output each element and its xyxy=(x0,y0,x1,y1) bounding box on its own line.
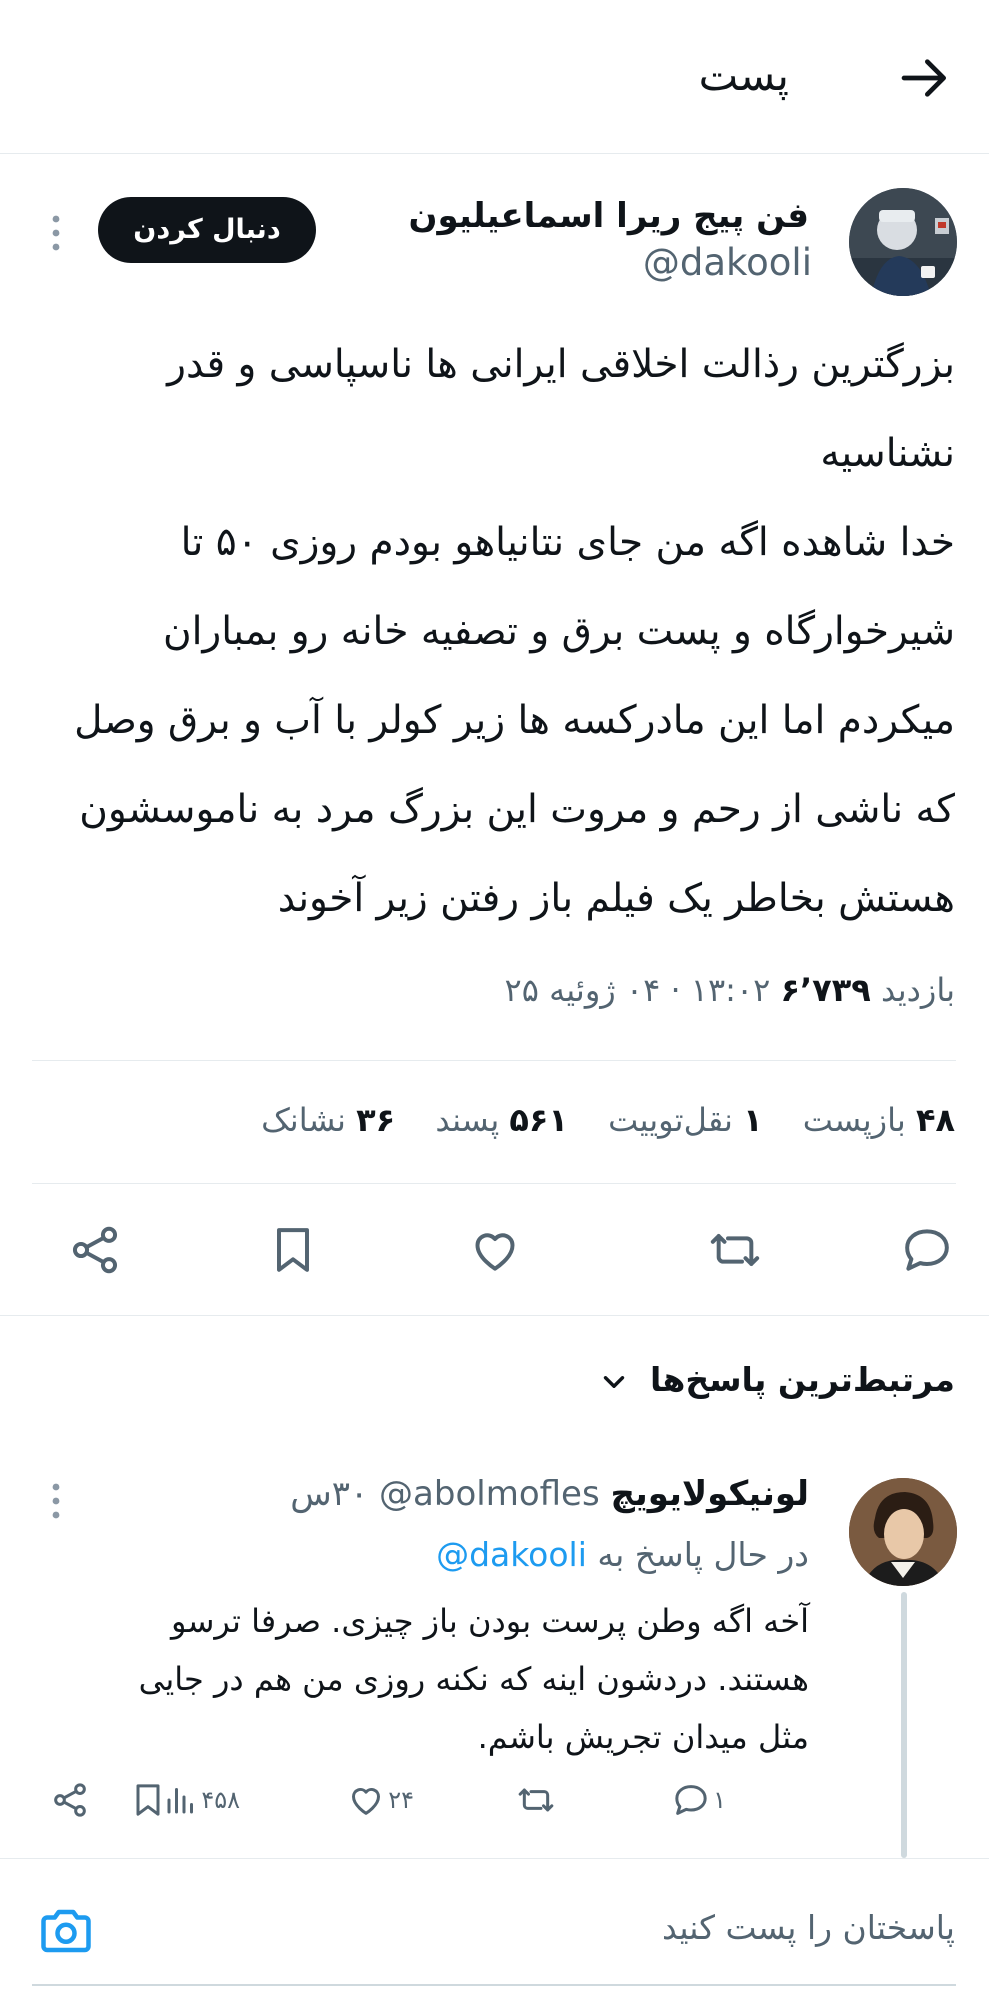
more-options-button[interactable] xyxy=(36,210,76,256)
post-text-line: خدا شاهده اگه من جای نتانیاهو بودم روزی … xyxy=(180,520,955,565)
reply-share-button[interactable] xyxy=(50,1770,90,1830)
reply-author-handle[interactable]: @abolmofles xyxy=(379,1474,600,1514)
repost-button[interactable] xyxy=(707,1222,763,1278)
post-text-line: میکردم اما این مادرکسه ها زیر کولر با آب… xyxy=(74,698,955,743)
share-icon xyxy=(72,1226,118,1274)
quotes-label: نقل‌توییت xyxy=(608,1101,733,1139)
reply-more-options-button[interactable] xyxy=(36,1478,76,1524)
reply-reply-button[interactable]: ۱ xyxy=(671,1770,726,1830)
post-meta: بازدید ۶٬۷۳۹ ۱۳:۰۲ · ۰۴ ژوئیه ۲۵ xyxy=(505,960,955,1020)
follow-button[interactable]: دنبال کردن xyxy=(98,197,316,263)
more-vertical-icon xyxy=(52,215,60,251)
back-button[interactable] xyxy=(897,50,953,106)
compose-underline xyxy=(32,1984,956,1986)
like-icon xyxy=(475,1233,515,1271)
reply-views-button[interactable]: ۴۵۸ xyxy=(163,1770,240,1830)
replying-to: در حال پاسخ به @dakooli xyxy=(436,1530,809,1580)
chevron-down-icon xyxy=(603,1375,624,1388)
repost-icon xyxy=(710,1234,760,1266)
bookmarks-label: نشانک xyxy=(261,1101,346,1139)
divider xyxy=(32,1183,956,1184)
reply-icon xyxy=(905,1229,949,1271)
views-chart-icon xyxy=(167,1788,194,1814)
post-text: بزرگترین رذالت اخلاقی ایرانی ها ناسپاسی … xyxy=(35,320,955,943)
share-button[interactable] xyxy=(67,1222,123,1278)
reply-icon xyxy=(675,1785,707,1815)
reposts-count: ۴۸ xyxy=(915,1101,955,1139)
views-count: ۴۵۸ xyxy=(201,1786,240,1814)
reply-header: لونیکولایویچ @abolmofles ۳۰س xyxy=(290,1470,809,1518)
quotes-stat[interactable]: ۱ نقل‌توییت xyxy=(608,1090,762,1150)
avatar[interactable] xyxy=(849,188,957,296)
views-label: بازدید xyxy=(880,971,955,1009)
reposts-stat[interactable]: ۴۸ بازپست xyxy=(803,1090,955,1150)
reply-time[interactable]: ۳۰س xyxy=(290,1474,368,1514)
bookmark-icon xyxy=(136,1784,160,1816)
avatar-image xyxy=(849,1478,957,1586)
reply-text: آخه اگه وطن پرست بودن باز چیزی. صرفا ترس… xyxy=(138,1602,809,1756)
replies-sort-label: مرتبط‌ترین پاسخ‌ها xyxy=(650,1360,955,1399)
engagement-stats: ۴۸ بازپست ۱ نقل‌توییت ۵۶۱ پسند ۳۶ نشانک xyxy=(231,1090,955,1150)
divider xyxy=(32,1060,956,1061)
replies-sort-dropdown[interactable]: مرتبط‌ترین پاسخ‌ها xyxy=(597,1352,955,1408)
divider xyxy=(0,1315,989,1316)
likes-label: پسند xyxy=(435,1101,500,1139)
reply-compose-input[interactable] xyxy=(195,1898,955,1958)
reply-button[interactable] xyxy=(899,1222,955,1278)
like-icon xyxy=(352,1788,381,1815)
views-count: ۶٬۷۳۹ xyxy=(780,971,871,1009)
repost-icon xyxy=(518,1788,554,1812)
post-text-line: که ناشی از رحم و مروت این بزرگ مرد به نا… xyxy=(79,787,955,832)
post-timestamp[interactable]: ۱۳:۰۲ · ۰۴ ژوئیه ۲۵ xyxy=(505,971,771,1009)
post-text-line: بزرگترین رذالت اخلاقی ایرانی ها ناسپاسی … xyxy=(167,342,955,387)
likes-count: ۵۶۱ xyxy=(509,1101,568,1139)
reposts-label: بازپست xyxy=(802,1101,906,1139)
quotes-count: ۱ xyxy=(743,1101,763,1139)
post-text-line: نشناسیه xyxy=(820,431,955,476)
page-title: پست xyxy=(698,51,789,100)
reply-repost-button[interactable] xyxy=(516,1770,556,1830)
reply-author-name[interactable]: لونیکولایویچ xyxy=(611,1474,810,1514)
bookmark-icon xyxy=(277,1228,309,1272)
add-media-button[interactable] xyxy=(36,1900,96,1960)
author-name[interactable]: فن پیج ریرا اسماعیلیون xyxy=(408,192,809,240)
arrow-right-icon xyxy=(901,59,946,97)
share-icon xyxy=(54,1783,86,1817)
top-bar: پست xyxy=(0,0,989,154)
reply-action-bar: ۱ ۲۴ ۴۵۸ xyxy=(0,1770,900,1830)
like-count: ۲۴ xyxy=(388,1786,414,1814)
more-vertical-icon xyxy=(52,1483,60,1519)
avatar-image xyxy=(849,188,957,296)
replying-to-label: در حال پاسخ به xyxy=(597,1535,809,1574)
post-text-line: هستش بخاطر یک فیلم باز رفتن زیر آخوند xyxy=(277,876,955,921)
post-action-bar xyxy=(0,1210,989,1290)
bookmarks-count: ۳۶ xyxy=(356,1101,396,1139)
post-text-line: شیرخوارگاه و پست برق و تصفیه خانه رو بمب… xyxy=(162,609,955,654)
thread-line xyxy=(901,1592,907,1858)
author-handle[interactable]: @dakooli xyxy=(643,238,812,288)
reply-avatar[interactable] xyxy=(849,1478,957,1586)
likes-stat[interactable]: ۵۶۱ پسند xyxy=(435,1090,568,1150)
replying-to-handle[interactable]: @dakooli xyxy=(436,1535,587,1574)
like-button[interactable] xyxy=(467,1222,523,1278)
divider xyxy=(0,1858,989,1859)
bookmarks-stat[interactable]: ۳۶ نشانک xyxy=(261,1090,395,1150)
bookmark-button[interactable] xyxy=(265,1222,321,1278)
camera-icon xyxy=(41,1909,91,1953)
reply-count: ۱ xyxy=(713,1786,726,1814)
reply-like-button[interactable]: ۲۴ xyxy=(346,1770,414,1830)
reply-bookmark-button[interactable] xyxy=(128,1770,168,1830)
